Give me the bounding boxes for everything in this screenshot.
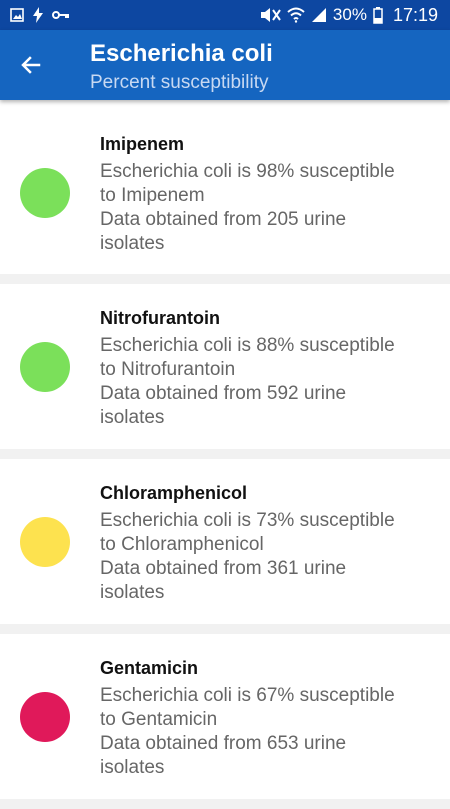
isolates-line: Data obtained from 592 urine <box>100 383 347 404</box>
isolates-line-cont: isolates <box>100 407 165 428</box>
susceptibility-indicator-dot <box>20 168 70 218</box>
drug-name: Gentamicin <box>100 658 199 678</box>
isolates-line: Data obtained from 361 urine <box>100 558 347 579</box>
susceptibility-line-cont: to Chloramphenicol <box>100 534 264 555</box>
susceptibility-line: Escherichia coli is 88% susceptible <box>100 335 395 356</box>
signal-icon <box>311 8 326 22</box>
back-button[interactable] <box>14 48 48 82</box>
wifi-icon <box>287 7 305 23</box>
susceptibility-line: Escherichia coli is 67% susceptible <box>100 685 395 706</box>
susceptibility-list: Imipenem Escherichia coli is 98% suscept… <box>0 100 450 809</box>
isolates-line: Data obtained from 653 urine <box>100 733 347 754</box>
susceptibility-indicator-dot <box>20 517 70 567</box>
drug-name: Chloramphenicol <box>100 483 248 503</box>
page-title: Escherichia coli <box>90 40 273 67</box>
list-item-imipenem[interactable]: Imipenem Escherichia coli is 98% suscept… <box>0 100 450 274</box>
isolates-line-cont: isolates <box>100 233 165 254</box>
app-bar: Escherichia coli Percent susceptibility <box>0 30 450 100</box>
battery-icon <box>373 6 383 24</box>
isolates-line-cont: isolates <box>100 582 165 603</box>
key-icon <box>52 11 69 19</box>
status-bar: 30% 17:19 <box>0 0 450 30</box>
mute-icon <box>260 8 281 22</box>
susceptibility-line: Escherichia coli is 73% susceptible <box>100 510 395 531</box>
list-item-chloramphenicol[interactable]: Chloramphenicol Escherichia coli is 73% … <box>0 459 450 624</box>
list-item-text: Imipenem Escherichia coli is 98% suscept… <box>100 132 430 256</box>
list-item-gentamicin[interactable]: Gentamicin Escherichia coli is 67% susce… <box>0 634 450 799</box>
susceptibility-line: Escherichia coli is 98% susceptible <box>100 161 395 182</box>
susceptibility-line-cont: to Gentamicin <box>100 709 218 730</box>
gallery-icon <box>10 8 24 22</box>
arrow-back-icon <box>21 56 41 74</box>
clock: 17:19 <box>392 4 438 25</box>
isolates-line: Data obtained from 205 urine <box>100 209 347 230</box>
susceptibility-indicator-dot <box>20 342 70 392</box>
susceptibility-indicator-dot <box>20 692 70 742</box>
susceptibility-line-cont: to Imipenem <box>100 185 205 206</box>
drug-name: Imipenem <box>100 134 185 154</box>
page-subtitle: Percent susceptibility <box>90 72 269 93</box>
list-item-text: Chloramphenicol Escherichia coli is 73% … <box>100 481 430 605</box>
drug-name: Nitrofurantoin <box>100 308 220 328</box>
battery-percent: 30% <box>332 5 367 24</box>
list-item-nitrofurantoin[interactable]: Nitrofurantoin Escherichia coli is 88% s… <box>0 284 450 449</box>
list-item-text: Gentamicin Escherichia coli is 67% susce… <box>100 656 430 780</box>
flash-icon <box>33 7 43 23</box>
isolates-line-cont: isolates <box>100 757 165 778</box>
list-item-text: Nitrofurantoin Escherichia coli is 88% s… <box>100 306 430 430</box>
susceptibility-line-cont: to Nitrofurantoin <box>100 359 236 380</box>
